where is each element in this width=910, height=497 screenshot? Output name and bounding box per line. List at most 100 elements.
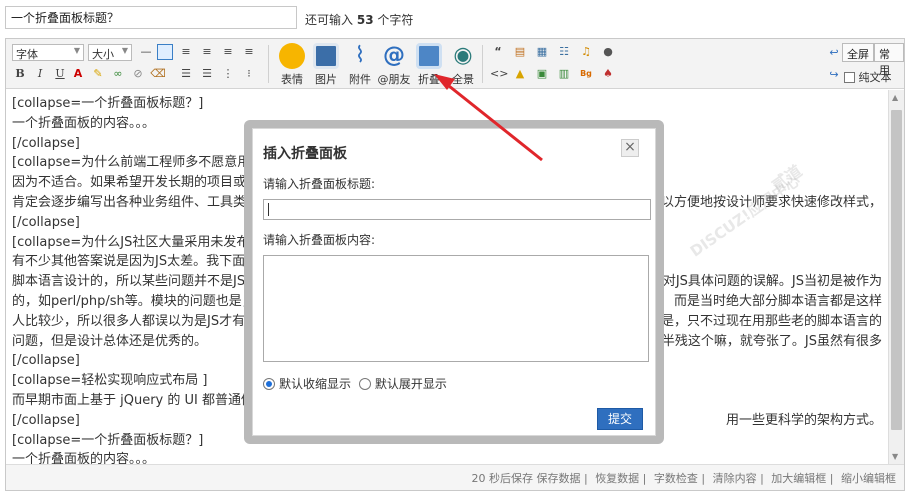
text-caret	[268, 203, 269, 216]
flash-icon[interactable]: ●	[600, 44, 616, 60]
word-check-link[interactable]: 字数检查	[654, 472, 698, 485]
code-icon[interactable]: ▤	[512, 44, 528, 60]
submit-button[interactable]: 提交	[597, 408, 643, 430]
paperclip-icon: ⌇	[354, 43, 366, 68]
hide-icon[interactable]: ▲	[512, 66, 528, 82]
editor-scrollbar[interactable]: ▲ ▼	[888, 90, 904, 464]
plaintext-checkbox[interactable]	[844, 72, 855, 83]
editor-toolbar: 字体 ▼ 大小 ▼ — ≡ ≡ ≡ ≡ B I U A ✎ ∞ ⊘ ⌫ ☰ ☰ …	[6, 39, 904, 89]
scroll-up-icon[interactable]: ▲	[892, 93, 898, 102]
chevron-down-icon: ▼	[73, 46, 80, 55]
italic-icon[interactable]: I	[32, 66, 48, 82]
close-icon[interactable]: ×	[621, 139, 639, 157]
unordered-list-icon[interactable]: ⁝	[241, 66, 257, 82]
content-line-text: 脚本语言设计的，所以某些问题并不是JS	[12, 274, 246, 290]
content-line-text: 而早期市面上基于 jQuery 的 UI 都普通做	[12, 392, 254, 408]
autosave-link[interactable]: 20 秒后保存 保存数据	[471, 472, 580, 485]
collapse-label: 折叠	[418, 73, 440, 86]
bgcolor-icon[interactable]	[157, 44, 173, 60]
collapse-dialog-frame: 插入折叠面板 × 请输入折叠面板标题: 请输入折叠面板内容: 默认收缩显示 默认…	[244, 120, 664, 444]
plaintext-toggle[interactable]: 纯文本	[844, 69, 892, 85]
image-button[interactable]: 图片	[307, 43, 345, 86]
char-count-prefix: 还可输入	[305, 13, 354, 27]
dialog-title: 插入折叠面板	[263, 146, 347, 162]
radio-collapsed[interactable]: 默认收缩显示	[263, 377, 351, 391]
list-icon[interactable]: ☷	[556, 44, 572, 60]
outdent-icon[interactable]: ☰	[199, 66, 215, 82]
attach-label: 附件	[349, 73, 371, 86]
thread-title-input[interactable]	[5, 6, 297, 29]
common-button[interactable]: 常用	[874, 43, 904, 77]
password-icon[interactable]: ♠	[600, 66, 616, 82]
at-icon: @	[383, 43, 405, 68]
undo-icon[interactable]: ↩	[826, 45, 842, 61]
content-line-text: [collapse=为什么JS社区大量采用未发布或	[12, 234, 263, 250]
content-line-text: 问题，但是设计总体还是优秀的。	[12, 333, 208, 349]
radio-expanded[interactable]: 默认展开显示	[358, 377, 447, 391]
align-center-icon[interactable]: ≡	[199, 44, 215, 60]
video-icon[interactable]: ▣	[534, 66, 550, 82]
insert-collapse-dialog: 插入折叠面板 × 请输入折叠面板标题: 请输入折叠面板内容: 默认收缩显示 默认…	[252, 128, 656, 436]
font-color-icon[interactable]: A	[70, 66, 86, 82]
char-count: 还可输入 53 个字符	[305, 11, 413, 28]
collapse-title-input[interactable]	[263, 199, 651, 220]
title-field-label: 请输入折叠面板标题:	[263, 177, 376, 191]
content-line-tail: 是，只不过现在用那些老的脚本语言的	[660, 313, 882, 329]
enlarge-link[interactable]: 加大编辑框	[771, 472, 826, 485]
clear-link[interactable]: 清除内容	[713, 472, 757, 485]
indent-icon[interactable]: ☰	[178, 66, 194, 82]
unlink-icon[interactable]: ⊘	[130, 66, 146, 82]
content-line-text: [collapse=轻松实现响应式布局 ]	[12, 373, 208, 389]
content-line-text: 因为不适合。如果希望开发长期的项目或	[12, 175, 247, 191]
ordered-list-icon[interactable]: ⋮	[220, 66, 236, 82]
image-icon	[313, 43, 339, 69]
mention-button[interactable]: @ @朋友	[375, 43, 413, 86]
size-select[interactable]: 大小 ▼	[88, 44, 132, 61]
hr-icon[interactable]: —	[138, 44, 154, 60]
display-mode-radios: 默认收缩显示 默认展开显示	[263, 375, 447, 392]
editor-statusbar: 20 秒后保存 保存数据 | 恢复数据 | 字数检查 | 清除内容 | 加大编辑…	[6, 464, 904, 490]
link-icon[interactable]: ∞	[110, 66, 126, 82]
font-select[interactable]: 字体 ▼	[12, 44, 84, 61]
highlight-icon[interactable]: ✎	[90, 66, 106, 82]
content-line-text: 人比较少，所以很多人都误以为是JS才有	[12, 313, 246, 329]
char-count-suffix: 个字符	[377, 13, 414, 27]
bg-icon[interactable]: Bg	[578, 66, 594, 82]
emoji-button[interactable]: 表情	[273, 43, 311, 86]
collapse-content-textarea[interactable]	[263, 255, 649, 362]
table-icon[interactable]: ▦	[534, 44, 550, 60]
restore-link[interactable]: 恢复数据	[595, 472, 639, 485]
music-icon[interactable]: ♫	[578, 44, 594, 60]
content-line-text: [/collapse]	[12, 353, 80, 369]
scroll-down-icon[interactable]: ▼	[892, 452, 898, 461]
attach-button[interactable]: ⌇ 附件	[341, 43, 379, 86]
align-justify-icon[interactable]: ≡	[241, 44, 257, 60]
collapse-button[interactable]: 折叠	[410, 43, 448, 86]
radio-expanded-label: 默认展开显示	[374, 377, 447, 391]
toolbar-separator	[268, 45, 269, 83]
clear-format-icon[interactable]: ⌫	[150, 66, 166, 82]
quote-icon[interactable]: “	[490, 44, 506, 60]
content-line-text: 一个折叠面板的内容。。。	[12, 452, 156, 464]
radio-expanded-dot[interactable]	[358, 378, 371, 390]
align-right-icon[interactable]: ≡	[220, 44, 236, 60]
size-select-value: 大小	[92, 48, 114, 61]
redo-icon[interactable]: ↪	[826, 67, 842, 83]
shrink-link[interactable]: 缩小编辑框	[841, 472, 896, 485]
preview-button[interactable]: ◉ 全景	[444, 43, 482, 86]
align-left-icon[interactable]: ≡	[178, 44, 194, 60]
scroll-thumb[interactable]	[891, 110, 902, 430]
content-line-text: [/collapse]	[12, 135, 80, 151]
fullscreen-button[interactable]: 全屏	[842, 43, 874, 62]
radio-collapsed-label: 默认收缩显示	[279, 377, 352, 391]
free-icon[interactable]: ▥	[556, 66, 572, 82]
preview-label: 全景	[452, 73, 474, 86]
content-line: 一个折叠面板的内容。。。	[12, 450, 882, 464]
bold-icon[interactable]: B	[12, 66, 28, 82]
html-icon[interactable]: <>	[490, 66, 508, 82]
content-line-text: 的，如perl/php/sh等。模块的问题也是，	[12, 293, 255, 309]
eye-icon: ◉	[453, 43, 473, 68]
content-line-text: [/collapse]	[12, 214, 80, 230]
underline-icon[interactable]: U	[52, 66, 68, 82]
radio-collapsed-dot[interactable]	[263, 378, 275, 390]
